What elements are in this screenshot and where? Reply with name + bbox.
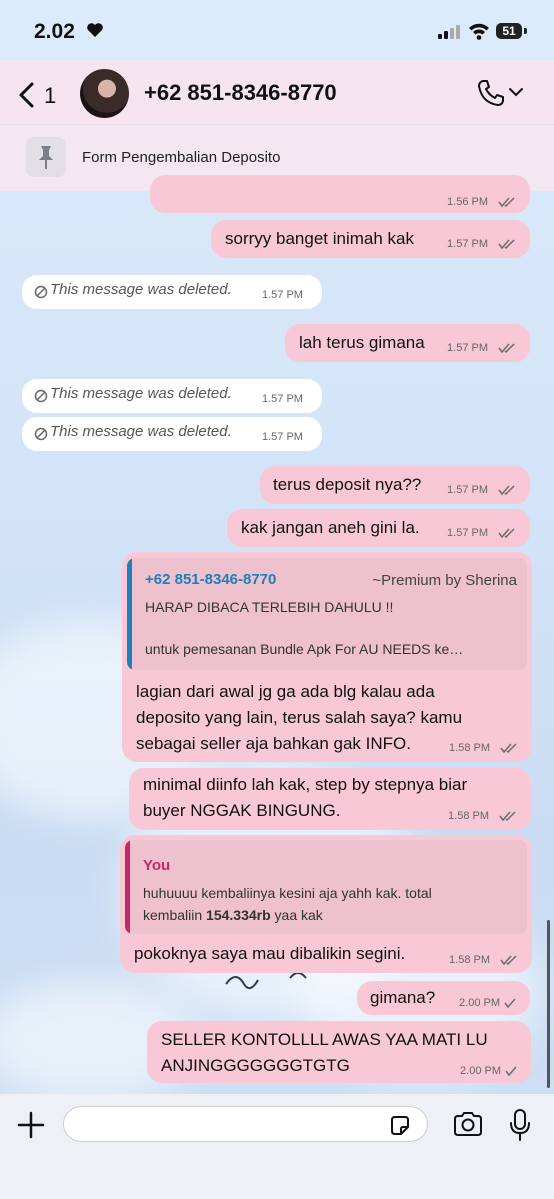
battery-icon: 51 [496, 23, 522, 39]
status-time: 2.02 [34, 20, 75, 43]
quote-line: HARAP DIBACA TERLEBIH DAHULU !! [145, 599, 394, 615]
double-tick-icon [500, 955, 517, 966]
deleted-message-text: This message was deleted. [50, 423, 232, 440]
deleted-message-bubble[interactable]: This message was deleted. 1.57 PM [22, 417, 322, 451]
reply-message-bubble[interactable]: +62 851-8346-8770 ~Premium by Sherina HA… [122, 552, 532, 762]
message-text-line: lagian dari awal jg ga ada blg kalau ada [136, 682, 435, 701]
deleted-message-bubble[interactable]: This message was deleted. 1.57 PM [22, 379, 322, 413]
message-bubble[interactable]: sorryy banget inimah kak 1.57 PM [211, 220, 530, 258]
deleted-icon [34, 427, 48, 441]
message-time: 1.57 PM [262, 289, 303, 301]
message-text: lah terus gimana [299, 333, 425, 352]
deleted-message-bubble[interactable]: This message was deleted. 1.57 PM [22, 275, 322, 309]
message-text-line: buyer NGGAK BINGUNG. [143, 801, 341, 820]
double-tick-icon [498, 528, 515, 539]
pinned-message-text: Form Pengembalian Deposito [82, 149, 281, 166]
message-time: 1.58 PM [448, 810, 489, 822]
double-tick-icon [499, 811, 516, 822]
scrollbar-thumb[interactable] [547, 920, 550, 1088]
message-input[interactable] [63, 1106, 428, 1142]
message-bubble[interactable]: kak jangan aneh gini la. 1.57 PM [227, 509, 530, 547]
message-time: 1.58 PM [449, 742, 490, 754]
camera-icon[interactable] [452, 1110, 484, 1138]
double-tick-icon [500, 743, 517, 754]
single-tick-icon [505, 1066, 517, 1077]
message-text: kak jangan aneh gini la. [241, 518, 420, 537]
pin-icon [26, 137, 66, 177]
message-time: 1.58 PM [449, 954, 490, 966]
message-time: 1.57 PM [447, 238, 488, 250]
quote-accent-bar [127, 558, 132, 670]
message-bubble[interactable]: gimana? 2.00 PM [357, 981, 530, 1015]
message-bubble[interactable]: terus deposit nya?? 1.57 PM [260, 466, 530, 504]
double-tick-icon [498, 197, 515, 208]
deleted-message-text: This message was deleted. [50, 385, 232, 402]
message-time: 1.57 PM [262, 393, 303, 405]
message-text-line: minimal diinfo lah kak, step by stepnya … [143, 775, 468, 794]
message-text-line: SELLER KONTOLLLL AWAS YAA MATI LU [161, 1030, 488, 1049]
chevron-down-icon[interactable] [508, 86, 524, 98]
single-tick-icon [504, 998, 516, 1009]
wifi-icon [469, 23, 489, 40]
double-tick-icon [498, 239, 515, 250]
avatar[interactable] [80, 69, 129, 118]
plus-icon[interactable] [16, 1110, 46, 1140]
message-time: 1.57 PM [447, 342, 488, 354]
message-bubble[interactable]: lah terus gimana 1.57 PM [285, 324, 530, 362]
message-text-line: ANJINGGGGGGGTGTG [161, 1056, 350, 1075]
double-tick-icon [498, 485, 515, 496]
message-time: 2.00 PM [459, 997, 500, 1009]
quote-sender: +62 851-8346-8770 [145, 571, 277, 588]
message-time: 1.56 PM [447, 196, 488, 208]
deleted-icon [34, 285, 48, 299]
message-time: 2.00 PM [460, 1065, 501, 1077]
message-input-bar [0, 1094, 554, 1199]
quote-line-2: kembaliin 154.334rb yaa kak [143, 907, 323, 923]
message-bubble[interactable]: minimal diinfo lah kak, step by stepnya … [129, 768, 531, 830]
status-bar: 2.02 51 [0, 0, 554, 60]
message-time: 1.57 PM [447, 484, 488, 496]
unread-count[interactable]: 1 [44, 83, 56, 109]
double-tick-icon [498, 343, 515, 354]
chat-header: 1 +62 851-8346-8770 Form Pengembalian De… [0, 60, 554, 191]
quoted-message[interactable]: +62 851-8346-8770 ~Premium by Sherina HA… [127, 558, 527, 670]
sticker-icon[interactable] [388, 1114, 412, 1138]
message-text-line: deposito yang lain, terus salah saya? ka… [136, 708, 463, 727]
signal-icon [438, 25, 460, 39]
battery-nub [524, 28, 527, 34]
quote-line: huhuuuu kembaliinya kesini aja yahh kak.… [143, 885, 432, 901]
message-text: gimana? [370, 988, 436, 1007]
contact-name[interactable]: +62 851-8346-8770 [144, 80, 337, 106]
message-text: sorryy banget inimah kak [225, 229, 414, 248]
message-text-line: sebagai seller aja bahkan gak INFO. [136, 734, 411, 753]
quote-sender: You [143, 857, 171, 874]
quoted-message[interactable]: You huhuuuu kembaliinya kesini aja yahh … [125, 840, 527, 934]
message-time: 1.57 PM [262, 431, 303, 443]
quote-accent-bar [125, 840, 130, 934]
heart-icon [87, 23, 103, 37]
message-bubble[interactable]: 1.56 PM [150, 175, 530, 213]
quote-sender-tag: ~Premium by Sherina [372, 572, 517, 589]
message-bubble[interactable]: SELLER KONTOLLLL AWAS YAA MATI LU ANJING… [147, 1021, 531, 1083]
deleted-icon [34, 389, 48, 403]
quote-line: untuk pemesanan Bundle Apk For AU NEEDS … [145, 641, 464, 657]
reply-message-bubble[interactable]: You huhuuuu kembaliinya kesini aja yahh … [120, 835, 532, 973]
microphone-icon[interactable] [508, 1108, 532, 1142]
message-text-line: pokoknya saya mau dibalikin segini. [134, 944, 406, 963]
phone-icon[interactable] [476, 78, 506, 108]
deleted-message-text: This message was deleted. [50, 281, 232, 298]
back-arrow-icon[interactable] [16, 81, 36, 109]
message-time: 1.57 PM [447, 527, 488, 539]
message-text: terus deposit nya?? [273, 475, 422, 494]
